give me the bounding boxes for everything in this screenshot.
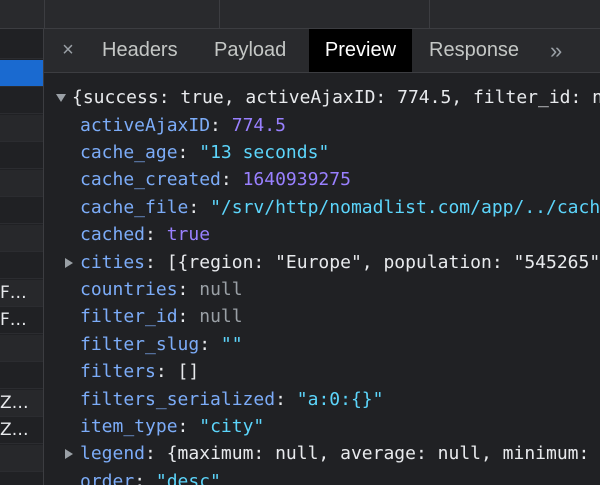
- json-colon: :: [177, 278, 200, 300]
- more-tabs-icon[interactable]: »: [550, 29, 562, 72]
- json-prop-legend[interactable]: legend: {maximum: null, average: null, m…: [65, 440, 600, 467]
- root-summary: {success: true, activeAjaxID: 774.5, fil…: [72, 87, 600, 108]
- tab-response[interactable]: Response: [429, 29, 519, 72]
- detail-tabs: × Headers Payload Preview Response »: [44, 29, 600, 73]
- json-prop-order[interactable]: order: "desc": [80, 468, 221, 485]
- request-row[interactable]: [0, 252, 43, 279]
- json-key: filter_slug: [80, 333, 200, 355]
- json-value: []: [177, 361, 200, 383]
- json-value: null: [199, 278, 243, 300]
- json-key: cache_age: [80, 141, 178, 163]
- json-key: filters_serialized: [80, 388, 276, 410]
- json-value: "/srv/http/nomadlist.com/app/../cache/": [210, 196, 600, 218]
- json-key: activeAjaxID: [80, 114, 211, 136]
- json-key: filter_id: [80, 306, 178, 328]
- json-key: cache_file: [80, 196, 189, 218]
- json-value: "desc": [155, 470, 221, 485]
- json-prop-cities[interactable]: cities: [{region: "Europe", population: …: [65, 249, 600, 276]
- json-prop-cached[interactable]: cached: true: [80, 221, 210, 248]
- json-prop-countries[interactable]: countries: null: [80, 276, 243, 303]
- request-list: F… F… Z… Z…: [0, 29, 44, 485]
- request-row-name: F…: [0, 310, 27, 330]
- json-colon: :: [220, 169, 243, 191]
- json-key: countries: [80, 278, 178, 300]
- json-colon: :: [177, 141, 200, 163]
- json-colon: :: [145, 443, 167, 465]
- json-value: 1640939275: [242, 169, 351, 191]
- request-row[interactable]: [0, 114, 43, 142]
- json-prop-filters-serialized[interactable]: filters_serialized: "a:0:{}": [80, 386, 383, 413]
- expand-arrow-icon[interactable]: [65, 449, 73, 460]
- json-key: filters: [80, 361, 156, 383]
- request-row[interactable]: F…: [0, 307, 43, 334]
- request-row-name: Z…: [0, 420, 29, 440]
- json-colon: :: [188, 196, 211, 218]
- request-row[interactable]: F…: [0, 279, 43, 307]
- json-prop-cache-created[interactable]: cache_created: 1640939275: [80, 166, 351, 193]
- json-prop-filter-slug[interactable]: filter_slug: "": [80, 331, 243, 358]
- request-row[interactable]: Z…: [0, 417, 43, 444]
- devtools-network-panel: F… F… Z… Z… × Headers Payload Preview Respo…: [0, 0, 600, 485]
- json-value: "a:0:{}": [296, 388, 384, 410]
- request-row[interactable]: [0, 32, 43, 59]
- json-colon: :: [134, 470, 156, 485]
- expand-arrow-icon[interactable]: [65, 257, 73, 268]
- tab-headers[interactable]: Headers: [102, 29, 178, 72]
- request-row[interactable]: [0, 59, 43, 87]
- request-row[interactable]: [0, 334, 43, 362]
- request-row[interactable]: [0, 197, 43, 224]
- network-table-header: [0, 0, 600, 29]
- json-prop-activeAjaxID[interactable]: activeAjaxID: 774.5: [80, 112, 286, 139]
- request-row[interactable]: [0, 169, 43, 197]
- json-colon: :: [155, 361, 178, 383]
- json-value: null: [199, 306, 243, 328]
- column-divider: [44, 0, 45, 29]
- request-row[interactable]: [0, 224, 43, 252]
- json-prop-filter-id[interactable]: filter_id: null: [80, 303, 243, 330]
- json-colon: :: [145, 251, 167, 273]
- json-key: cache_created: [80, 169, 221, 191]
- request-row[interactable]: [0, 87, 43, 114]
- json-value: [{region: "Europe", population: "545265"…: [166, 251, 600, 273]
- preview-json-tree: {success: true, activeAjaxID: 774.5, fil…: [44, 73, 600, 485]
- json-value: "city": [199, 415, 265, 437]
- json-colon: :: [199, 333, 221, 355]
- expand-arrow-icon[interactable]: [56, 94, 66, 102]
- request-row[interactable]: Z…: [0, 389, 43, 417]
- json-colon: :: [177, 415, 200, 437]
- json-prop-item-type[interactable]: item_type: "city": [80, 413, 264, 440]
- close-icon[interactable]: ×: [58, 38, 78, 62]
- json-key: legend: [80, 443, 146, 465]
- json-value: "": [220, 333, 243, 355]
- json-value: true: [166, 224, 211, 246]
- json-key: order: [80, 470, 135, 485]
- request-row[interactable]: [0, 142, 43, 169]
- request-row-name: Z…: [0, 392, 29, 413]
- json-value: 774.5: [231, 114, 286, 136]
- json-colon: :: [275, 388, 297, 410]
- json-key: item_type: [80, 415, 178, 437]
- json-key: cached: [80, 224, 146, 246]
- column-divider: [429, 0, 430, 29]
- request-row[interactable]: [0, 362, 43, 389]
- json-colon: :: [177, 306, 200, 328]
- request-row-name: F…: [0, 282, 27, 303]
- json-key: cities: [80, 251, 146, 273]
- json-value: "13 seconds": [199, 141, 330, 163]
- json-colon: :: [145, 224, 167, 246]
- tab-preview[interactable]: Preview: [309, 29, 412, 72]
- json-colon: :: [210, 114, 232, 136]
- json-prop-cache-age[interactable]: cache_age: "13 seconds": [80, 139, 329, 166]
- tab-payload[interactable]: Payload: [214, 29, 286, 72]
- column-divider: [219, 0, 220, 29]
- json-prop-cache-file[interactable]: cache_file: "/srv/http/nomadlist.com/app…: [80, 194, 600, 221]
- json-prop-filters[interactable]: filters: []: [80, 358, 199, 385]
- json-value: {maximum: null, average: null, minimum: …: [166, 443, 600, 465]
- request-row[interactable]: [0, 444, 43, 472]
